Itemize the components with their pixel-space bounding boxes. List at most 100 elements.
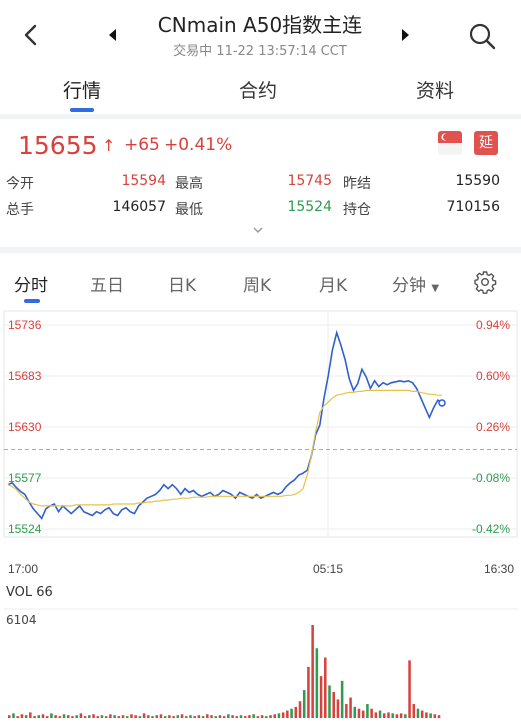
delayed-quote-badge: 延 — [474, 131, 498, 155]
volume-bar — [298, 701, 302, 718]
volume-bar — [62, 714, 66, 718]
stat-value-open: 15594 — [121, 173, 166, 189]
stat-label-open: 今开 — [6, 176, 34, 192]
volume-bar — [20, 714, 24, 718]
volume-bar — [222, 716, 226, 718]
volume-bar — [147, 715, 150, 718]
volume-bar — [142, 713, 146, 718]
next-contract-icon[interactable] — [400, 27, 412, 43]
pct-tick-label: 0.26% — [476, 420, 510, 434]
period-tab-5day[interactable]: 五日 — [90, 271, 124, 296]
gear-icon[interactable] — [473, 270, 497, 294]
volume-bar — [252, 714, 255, 718]
volume-bar — [125, 716, 129, 718]
stat-label-open-interest: 持仓 — [343, 202, 371, 218]
tab-quotes[interactable]: 行情 — [22, 76, 142, 103]
period-tab-minute-label: 分钟 — [392, 276, 426, 296]
stat-value-volume: 146057 — [112, 199, 166, 215]
volume-bar — [260, 715, 264, 718]
period-tab-daily[interactable]: 日K — [168, 271, 196, 296]
volume-bar — [29, 712, 32, 718]
volume-bar — [340, 680, 344, 718]
pct-tick-label: -0.08% — [472, 471, 510, 485]
volume-bar — [214, 716, 217, 718]
volume-bar — [8, 715, 11, 718]
volume-bar — [45, 716, 49, 718]
stat-value-low: 15524 — [287, 199, 332, 215]
y-tick-label: 15630 — [8, 420, 42, 434]
volume-bar — [16, 716, 19, 718]
period-tab-weekly[interactable]: 周K — [243, 271, 271, 296]
volume-bar — [399, 713, 403, 718]
volume-bar — [41, 714, 45, 718]
active-tab-indicator — [70, 108, 94, 112]
volume-bar — [395, 714, 399, 718]
search-icon[interactable] — [466, 20, 498, 52]
average-price-line — [7, 389, 442, 507]
volume-bar — [349, 697, 352, 718]
volume-bar — [54, 715, 57, 718]
volume-bar — [412, 704, 416, 718]
volume-bar — [307, 666, 310, 718]
stat-label-volume: 总手 — [6, 202, 34, 218]
volume-bar — [121, 715, 125, 718]
volume-bar — [328, 685, 331, 718]
period-tab-intraday[interactable]: 分时 — [14, 271, 48, 296]
volume-bar — [134, 715, 137, 718]
period-tab-minute[interactable]: 分钟 ▼ — [392, 271, 439, 296]
y-tick-label: 15524 — [8, 522, 42, 536]
singapore-flag-icon — [438, 131, 462, 155]
volume-bar — [37, 715, 41, 718]
active-period-indicator — [24, 299, 40, 303]
volume-bar — [429, 713, 432, 718]
volume-bar — [172, 716, 175, 718]
volume-bar — [366, 704, 369, 718]
volume-bar — [315, 648, 319, 718]
tab-contract[interactable]: 合约 — [198, 76, 318, 103]
back-arrow-icon[interactable] — [18, 20, 44, 50]
quote-panel: 15655 ↑ +65 +0.41% 延 今开 15594 最高 15745 昨… — [0, 119, 521, 247]
volume-bar — [117, 716, 121, 718]
volume-bar — [155, 715, 159, 718]
stat-label-prev-settle: 昨结 — [343, 176, 371, 192]
volume-bar — [265, 716, 268, 718]
volume-bar — [180, 714, 184, 718]
volume-max-label: 6104 — [6, 613, 37, 627]
volume-bar — [71, 716, 74, 718]
tab-info[interactable]: 资料 — [375, 76, 495, 103]
volume-bar — [231, 715, 234, 718]
volume-bar — [353, 706, 357, 718]
y-tick-label: 15736 — [8, 318, 42, 332]
chart-series — [7, 329, 446, 520]
y-tick-label: 15683 — [8, 369, 42, 383]
volume-bar — [294, 706, 298, 718]
volume-bar — [206, 714, 209, 718]
volume-bar — [243, 716, 247, 718]
volume-bar — [387, 712, 390, 718]
volume-title: VOL — [6, 585, 33, 600]
volume-bar — [33, 716, 36, 718]
volume-bar — [163, 716, 167, 718]
volume-bar — [433, 714, 437, 718]
header: CNmain A50指数主连 交易中 11-22 13:57:14 CCT — [0, 0, 521, 70]
volume-bar — [58, 716, 62, 718]
volume-bar — [159, 714, 163, 718]
volume-bar — [256, 716, 260, 718]
chart-frame — [3, 310, 518, 538]
period-tab-monthly[interactable]: 月K — [319, 271, 347, 296]
volume-bar — [235, 716, 239, 718]
page-title: CNmain A50指数主连 — [157, 13, 363, 37]
volume-bar — [290, 708, 293, 718]
expand-chevron-icon[interactable] — [252, 225, 264, 235]
volume-bar — [75, 715, 78, 718]
volume-bar — [281, 712, 285, 718]
volume-bar — [24, 715, 28, 718]
last-price-dot — [438, 399, 446, 407]
volume-bar — [96, 716, 100, 718]
volume-bar — [130, 714, 133, 718]
intraday-chart[interactable]: 15736 0.94%15683 0.60%15630 0.26%15577 -0.08… — [0, 309, 521, 722]
volume-bar — [92, 714, 95, 718]
volume-bar — [184, 716, 188, 718]
previous-contract-icon[interactable] — [106, 27, 118, 43]
volume-bar — [420, 710, 424, 718]
